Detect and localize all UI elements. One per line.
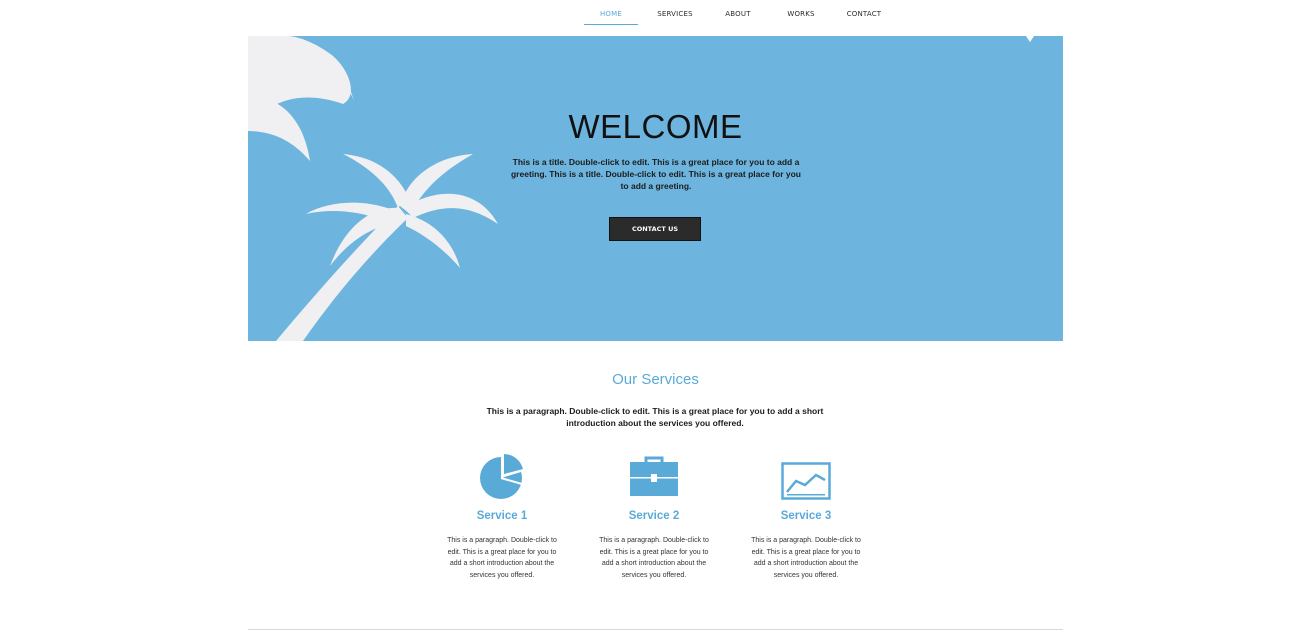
pie-chart-icon (480, 454, 523, 499)
service-description: This is a paragraph. Double-click to edi… (599, 537, 709, 579)
service-title: Service 1 (476, 510, 528, 522)
pin-marker-icon (1026, 36, 1034, 42)
contact-us-button[interactable]: CONTACT US (609, 217, 701, 241)
hero-title: WELCOME (568, 108, 743, 145)
nav-item-works[interactable]: WORKS (774, 10, 828, 24)
service-title: Service 3 (780, 510, 832, 522)
briefcase-icon (630, 456, 678, 496)
service-description: This is a paragraph. Double-click to edi… (447, 537, 557, 579)
nav-item-contact[interactable]: CONTACT (837, 10, 891, 24)
service-title: Service 2 (628, 510, 680, 522)
hero-greeting: This is a title. Double-click to edit. T… (510, 157, 801, 191)
nav-item-home[interactable]: HOME (584, 10, 638, 25)
top-navigation: HOME SERVICES ABOUT WORKS CONTACT (0, 0, 1311, 36)
hero-banner: WELCOME This is a title. Double-click to… (248, 36, 1063, 341)
nav-item-about[interactable]: ABOUT (711, 10, 765, 24)
palm-tree-illustration (248, 36, 498, 341)
services-title: Our Services (612, 371, 699, 388)
service-description: This is a paragraph. Double-click to edi… (751, 537, 861, 579)
services-intro: This is a paragraph. Double-click to edi… (486, 406, 824, 428)
line-chart-icon (781, 462, 831, 500)
footer-divider (248, 629, 1063, 630)
nav-item-services[interactable]: SERVICES (648, 10, 702, 24)
